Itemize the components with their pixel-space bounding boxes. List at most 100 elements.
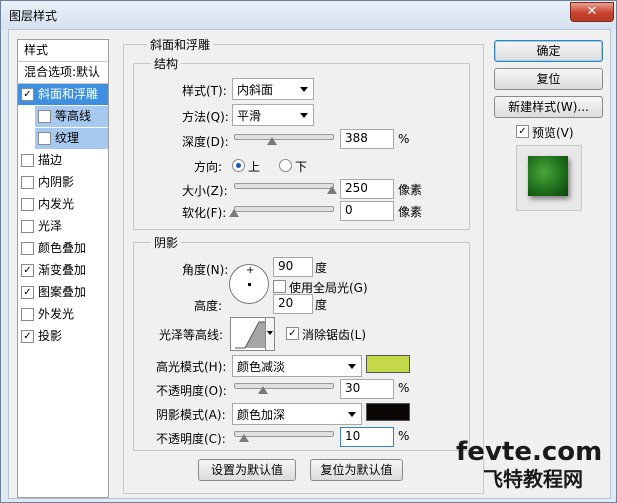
list-item-stroke[interactable]: 描边 (18, 150, 108, 171)
dialog-body: 样式 混合选项:默认 ✓ 斜面和浮雕 等高线 纹理 描边 内阴影 内发光 光泽 … (8, 29, 611, 499)
reset-button[interactable]: 复位 (494, 68, 603, 90)
angle-dial[interactable]: + (229, 264, 269, 304)
direction-up-radio[interactable] (232, 159, 245, 172)
gloss-contour-dropdown[interactable] (265, 317, 275, 351)
soften-slider-thumb[interactable] (229, 209, 239, 217)
pattern-overlay-checkbox[interactable]: ✓ (21, 286, 34, 299)
list-item-outer-glow[interactable]: 外发光 (18, 304, 108, 325)
size-value: 250 (345, 181, 368, 195)
depth-label: 深度(D): (182, 135, 229, 149)
list-item-label: 光泽 (38, 219, 63, 233)
direction-label: 方向: (194, 160, 223, 174)
layer-style-dialog: 图层样式 ✕ 样式 混合选项:默认 ✓ 斜面和浮雕 等高线 纹理 描边 内阴影 … (0, 0, 617, 503)
contour-checkbox[interactable] (38, 110, 51, 123)
styles-header[interactable]: 样式 (18, 40, 108, 61)
shadow-mode-select[interactable]: 颜色加深 (232, 403, 362, 425)
list-item-label: 内发光 (38, 197, 75, 211)
depth-slider[interactable] (234, 134, 334, 140)
close-button[interactable]: ✕ (570, 2, 614, 22)
depth-value: 388 (345, 131, 368, 145)
watermark-site-name: 飞特教程网 (483, 467, 583, 491)
list-item-inner-shadow[interactable]: 内阴影 (18, 172, 108, 193)
antialias-checkbox[interactable]: ✓ (286, 327, 299, 340)
style-preview (516, 145, 582, 211)
highlight-color-swatch[interactable] (366, 355, 410, 373)
shadow-opacity-slider[interactable] (234, 431, 334, 437)
list-item-color-overlay[interactable]: 颜色叠加 (18, 238, 108, 259)
direction-down-label: 下 (295, 160, 308, 174)
highlight-opacity-input[interactable]: 30 (340, 379, 394, 399)
gloss-contour-label: 光泽等高线: (159, 328, 224, 342)
angle-value: 90 (278, 259, 294, 273)
soften-input[interactable]: 0 (340, 201, 394, 221)
reset-default-button[interactable]: 复位为默认值 (310, 459, 403, 481)
soften-unit: 像素 (398, 205, 423, 219)
list-item-label: 内阴影 (38, 175, 75, 189)
shadow-color-swatch[interactable] (366, 403, 410, 421)
size-slider-thumb[interactable] (327, 186, 337, 194)
angle-unit: 度 (315, 261, 328, 275)
shadow-opacity-unit: % (398, 429, 410, 443)
list-item-label: 渐变叠加 (38, 263, 87, 277)
stroke-checkbox[interactable] (21, 154, 34, 167)
shadow-opacity-slider-thumb[interactable] (238, 434, 249, 442)
shadow-opacity-input[interactable]: 10 (340, 427, 394, 447)
size-input[interactable]: 250 (340, 179, 394, 199)
list-item-label: 外发光 (38, 307, 75, 321)
list-item-label: 纹理 (55, 131, 80, 145)
styles-list: 样式 混合选项:默认 ✓ 斜面和浮雕 等高线 纹理 描边 内阴影 内发光 光泽 … (17, 39, 109, 498)
list-item-gradient-overlay[interactable]: ✓ 渐变叠加 (18, 260, 108, 281)
preview-checkbox[interactable]: ✓ (516, 125, 529, 138)
size-slider[interactable] (234, 183, 334, 189)
list-item-label: 混合选项:默认 (24, 65, 101, 79)
altitude-input[interactable]: 20 (273, 294, 313, 314)
bevel-checkbox[interactable]: ✓ (21, 88, 34, 101)
outer-glow-checkbox[interactable] (21, 308, 34, 321)
title-bar[interactable]: 图层样式 ✕ (1, 1, 616, 29)
set-default-button[interactable]: 设置为默认值 (198, 459, 296, 481)
chevron-down-icon (267, 331, 273, 335)
list-item-pattern-overlay[interactable]: ✓ 图案叠加 (18, 282, 108, 303)
size-unit: 像素 (398, 183, 423, 197)
preview-thumbnail (528, 156, 568, 196)
direction-up-label: 上 (248, 160, 261, 174)
style-select[interactable]: 内斜面 (232, 78, 314, 100)
list-item-label: 斜面和浮雕 (38, 87, 99, 101)
angle-input[interactable]: 90 (273, 257, 313, 277)
texture-checkbox[interactable] (38, 132, 51, 145)
styles-header-label: 样式 (24, 43, 49, 57)
inner-glow-checkbox[interactable] (21, 198, 34, 211)
structure-title: 结构 (151, 55, 182, 72)
highlight-mode-select[interactable]: 颜色减淡 (232, 355, 362, 377)
list-item-drop-shadow[interactable]: ✓ 投影 (18, 326, 108, 347)
satin-checkbox[interactable] (21, 220, 34, 233)
highlight-opacity-slider[interactable] (234, 383, 334, 389)
list-item-contour[interactable]: 等高线 (35, 106, 108, 127)
inner-shadow-checkbox[interactable] (21, 176, 34, 189)
size-label: 大小(Z): (182, 184, 228, 198)
list-item-inner-glow[interactable]: 内发光 (18, 194, 108, 215)
ok-button[interactable]: 确定 (494, 40, 603, 62)
drop-shadow-checkbox[interactable]: ✓ (21, 330, 34, 343)
list-item-texture[interactable]: 纹理 (35, 128, 108, 149)
depth-input[interactable]: 388 (340, 129, 394, 149)
method-select[interactable]: 平滑 (232, 104, 314, 126)
watermark-domain: fevte.com (456, 437, 603, 467)
global-light-checkbox[interactable] (273, 280, 286, 293)
depth-slider-thumb[interactable] (267, 137, 278, 145)
color-overlay-checkbox[interactable] (21, 242, 34, 255)
chevron-down-icon (300, 87, 308, 92)
altitude-unit: 度 (315, 298, 328, 312)
new-style-button[interactable]: 新建样式(W)... (494, 96, 603, 118)
gradient-overlay-checkbox[interactable]: ✓ (21, 264, 34, 277)
highlight-opacity-slider-thumb[interactable] (258, 386, 269, 394)
style-value: 内斜面 (237, 83, 274, 97)
list-item-satin[interactable]: 光泽 (18, 216, 108, 237)
list-item-blending-options[interactable]: 混合选项:默认 (18, 62, 108, 83)
list-item-label: 颜色叠加 (38, 241, 87, 255)
soften-slider[interactable] (234, 206, 334, 212)
direction-down-radio[interactable] (279, 159, 292, 172)
crosshair-icon: + (246, 265, 255, 276)
list-item-bevel-emboss[interactable]: ✓ 斜面和浮雕 (18, 84, 108, 105)
highlight-mode-value: 颜色减淡 (237, 360, 286, 374)
